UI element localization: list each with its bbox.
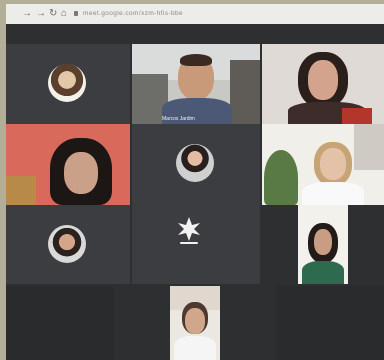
participant-tile[interactable] xyxy=(6,44,130,124)
participant-avatar xyxy=(48,225,86,263)
person-hair xyxy=(180,54,212,66)
participant-avatar xyxy=(48,64,86,102)
participant-tile[interactable] xyxy=(6,286,114,360)
forward-arrow-icon[interactable]: → xyxy=(36,7,46,21)
home-icon[interactable]: ⌂ xyxy=(61,7,67,21)
organization-logo-icon xyxy=(178,217,200,244)
person-face xyxy=(314,229,332,255)
participant-name-label: Marcos Jardim xyxy=(162,116,195,122)
person-face xyxy=(320,148,346,180)
participant-tile-active-speaker[interactable]: Marcos Jardim xyxy=(132,44,260,124)
person-face xyxy=(64,152,98,194)
participant-tile[interactable] xyxy=(116,286,274,360)
background-object xyxy=(342,108,372,124)
address-bar-url[interactable]: meet.google.com/xzm-hfis-bbe xyxy=(83,8,183,20)
participant-tile[interactable] xyxy=(276,286,384,360)
participant-tile[interactable] xyxy=(132,205,260,284)
video-feed xyxy=(170,286,220,360)
video-feed xyxy=(298,205,348,284)
background-cabinet xyxy=(230,60,260,124)
participant-tile[interactable] xyxy=(132,124,260,205)
participant-tile[interactable] xyxy=(262,205,384,284)
person-shirt xyxy=(302,182,364,205)
participant-tile[interactable] xyxy=(262,44,384,124)
back-arrow-icon[interactable]: → xyxy=(22,7,32,21)
participant-tile[interactable] xyxy=(6,205,130,284)
person-shirt xyxy=(174,336,216,360)
background-plant xyxy=(264,150,298,205)
person-face xyxy=(308,60,338,100)
participant-tile[interactable] xyxy=(6,124,130,205)
person-shirt xyxy=(302,261,344,284)
browser-toolbar: → → ↻ ⌂ meet.google.com/xzm-hfis-bbe xyxy=(6,4,384,24)
lock-icon xyxy=(74,11,78,16)
reload-icon[interactable]: ↻ xyxy=(49,7,57,21)
participant-tile[interactable] xyxy=(262,124,384,205)
background-shelf xyxy=(6,176,36,205)
person-face xyxy=(185,308,205,334)
participant-avatar xyxy=(176,144,214,182)
meeting-grid: Marcos Jardim xyxy=(6,24,384,360)
background-frame xyxy=(354,124,384,170)
